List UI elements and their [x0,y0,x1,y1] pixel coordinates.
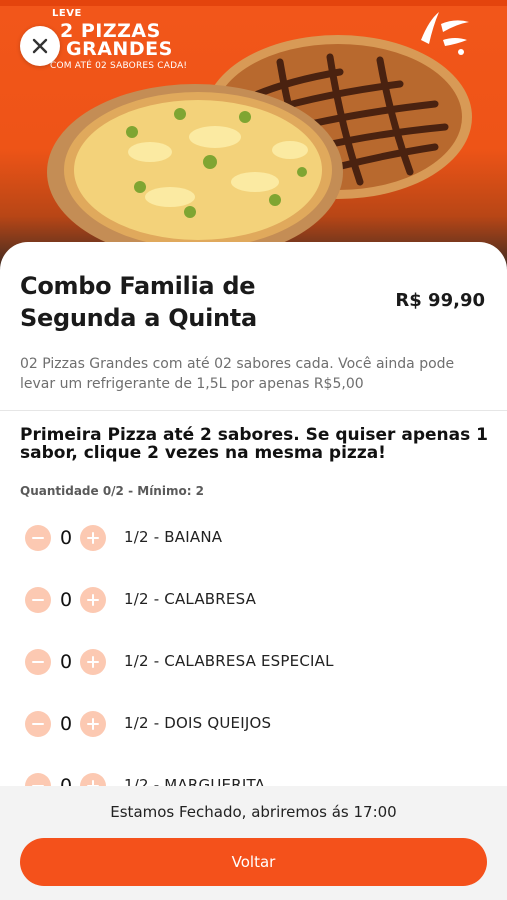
close-icon [32,38,48,54]
product-detail-screen: LEVE 2 PIZZAS GRANDES COM ATÉ 02 SABORES… [0,0,507,900]
option-count: 0 [59,713,73,735]
plus-icon [87,532,99,544]
product-price: R$ 99,90 [395,290,485,311]
increment-button[interactable] [80,649,106,675]
promo-subtitle: COM ATÉ 02 SABORES CADA! [50,61,188,71]
flavor-options-list: 0 1/2 - BAIANA 0 1/2 - CALABRESA 0 1/2 -… [0,506,507,816]
option-count: 0 [59,527,73,549]
product-description: 02 Pizzas Grandes com até 02 sabores cad… [20,356,455,392]
hero-banner: LEVE 2 PIZZAS GRANDES COM ATÉ 02 SABORES… [0,0,507,270]
splash-decoration [421,12,469,55]
close-button[interactable] [20,26,60,66]
plus-icon [87,594,99,606]
decrement-button[interactable] [25,649,51,675]
option-count: 0 [59,589,73,611]
back-button[interactable]: Voltar [20,838,487,886]
option-count: 0 [59,651,73,673]
decrement-button[interactable] [25,525,51,551]
flavor-option: 0 1/2 - DOIS QUEIJOS [0,692,507,754]
plus-icon [87,656,99,668]
minus-icon [32,661,44,663]
footer-bar: Estamos Fechado, abriremos ás 17:00 Volt… [0,786,507,900]
flavor-option: 0 1/2 - CALABRESA ESPECIAL [0,630,507,692]
increment-button[interactable] [80,587,106,613]
promo-headline-2: GRANDES [66,38,173,60]
decrement-button[interactable] [25,587,51,613]
option-label: 1/2 - DOIS QUEIJOS [124,714,272,732]
hero-top-strip [0,0,507,6]
option-label: 1/2 - CALABRESA [124,590,257,608]
quantity-info: Quantidade 0/2 - Mínimo: 2 [20,484,205,498]
decrement-button[interactable] [25,711,51,737]
flavor-option: 0 1/2 - BAIANA [0,506,507,568]
increment-button[interactable] [80,711,106,737]
flavor-option: 0 1/2 - CALABRESA [0,568,507,630]
minus-icon [32,599,44,601]
minus-icon [32,537,44,539]
product-card: Combo Familia de Segunda a Quinta R$ 99,… [0,242,507,802]
store-closed-message: Estamos Fechado, abriremos ás 17:00 [110,803,397,821]
promo-kicker: LEVE [52,8,82,19]
product-title: Combo Familia de Segunda a Quinta [20,272,257,332]
minus-icon [32,723,44,725]
option-label: 1/2 - BAIANA [124,528,223,546]
section-title: Primeira Pizza até 2 sabores. Se quiser … [20,425,488,463]
divider [0,410,507,411]
increment-button[interactable] [80,525,106,551]
plus-icon [87,718,99,730]
option-label: 1/2 - CALABRESA ESPECIAL [124,652,334,670]
